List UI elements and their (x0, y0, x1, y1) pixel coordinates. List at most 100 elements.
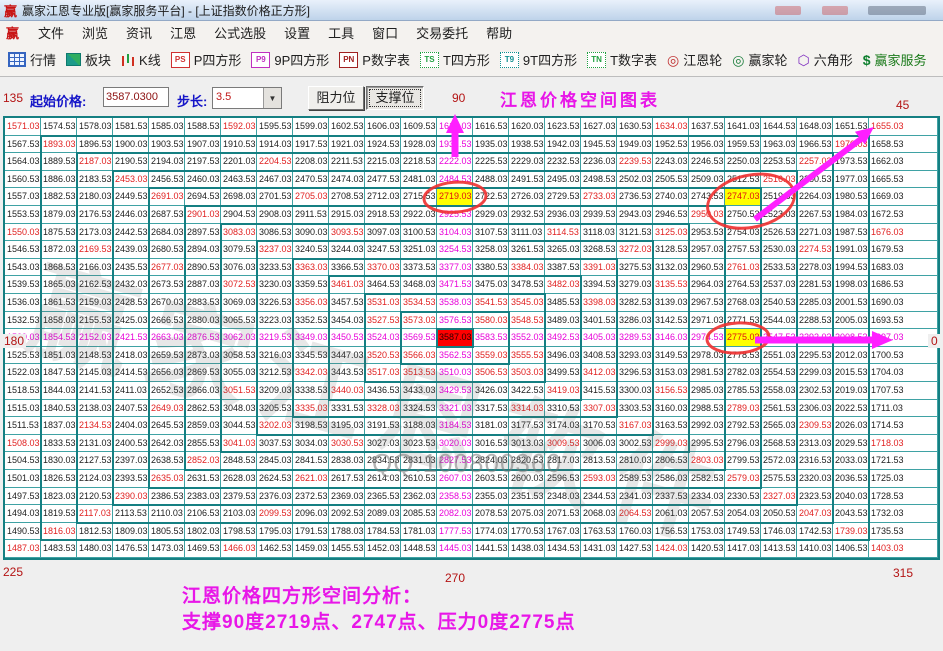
price-cell[interactable]: 2222.03 (437, 153, 473, 171)
price-cell[interactable]: 2418.03 (113, 347, 149, 365)
price-cell[interactable]: 1483.53 (41, 540, 77, 558)
price-cell[interactable]: 2064.53 (617, 505, 653, 523)
price-cell[interactable]: 3503.03 (509, 364, 545, 382)
price-cell[interactable]: 3478.53 (509, 276, 545, 294)
price-cell[interactable]: 1921.03 (329, 136, 365, 154)
price-cell[interactable]: 2953.53 (689, 224, 725, 242)
price-cell[interactable]: 2537.03 (761, 276, 797, 294)
price-cell[interactable]: 2099.53 (257, 505, 293, 523)
price-cell[interactable]: 1903.53 (149, 136, 185, 154)
price-cell[interactable]: 3013.03 (509, 435, 545, 453)
price-cell[interactable]: 3111.03 (509, 224, 545, 242)
menu-item[interactable]: 窗口 (363, 21, 407, 44)
price-cell[interactable]: 2509.03 (689, 171, 725, 189)
price-cell[interactable]: 3447.03 (329, 347, 365, 365)
price-cell[interactable]: 1539.53 (5, 276, 41, 294)
price-cell[interactable]: 1987.53 (833, 224, 869, 242)
price-cell[interactable]: 2582.53 (689, 470, 725, 488)
price-cell[interactable]: 2544.03 (761, 312, 797, 330)
price-cell[interactable]: 2992.03 (689, 417, 725, 435)
price-cell[interactable]: 2670.03 (149, 294, 185, 312)
price-cell[interactable]: 2782.03 (725, 364, 761, 382)
price-cell[interactable]: 2145.03 (77, 364, 113, 382)
price-cell[interactable]: 3251.03 (401, 241, 437, 259)
price-cell[interactable]: 1816.03 (41, 523, 77, 541)
price-cell[interactable]: 2159.03 (77, 294, 113, 312)
price-cell[interactable]: 3506.53 (473, 364, 509, 382)
price-cell[interactable]: 1592.03 (221, 118, 257, 136)
price-cell[interactable]: 2407.53 (113, 400, 149, 418)
price-cell[interactable]: 3289.53 (617, 329, 653, 347)
price-cell[interactable]: 2561.53 (761, 400, 797, 418)
price-cell[interactable]: 2435.53 (113, 259, 149, 277)
price-cell[interactable]: 3265.03 (545, 241, 581, 259)
price-cell[interactable]: 2915.03 (329, 206, 365, 224)
price-cell[interactable]: 2271.03 (797, 224, 833, 242)
price-cell[interactable]: 3405.03 (581, 329, 617, 347)
price-cell[interactable]: 2120.53 (77, 488, 113, 506)
price-cell[interactable]: 2134.53 (77, 417, 113, 435)
price-cell[interactable]: 2033.03 (833, 452, 869, 470)
price-cell[interactable]: 3412.03 (581, 364, 617, 382)
price-cell[interactable]: 3030.53 (329, 435, 365, 453)
price-cell[interactable]: 3128.53 (653, 241, 689, 259)
price-cell[interactable]: 3125.03 (653, 224, 689, 242)
price-cell[interactable]: 2211.53 (329, 153, 365, 171)
price-cell[interactable]: 2194.03 (149, 153, 185, 171)
price-cell[interactable]: 3205.53 (257, 400, 293, 418)
price-cell[interactable]: 3352.53 (293, 312, 329, 330)
price-cell[interactable]: 3573.03 (401, 312, 437, 330)
price-cell[interactable]: 3275.53 (617, 259, 653, 277)
price-cell[interactable]: 3583.53 (473, 329, 509, 347)
price-cell[interactable]: 2005.03 (833, 312, 869, 330)
price-cell[interactable]: 1728.53 (869, 488, 938, 506)
price-cell[interactable]: 3216.03 (257, 347, 293, 365)
price-cell[interactable]: 1826.53 (41, 470, 77, 488)
price-cell[interactable]: 2736.53 (617, 188, 653, 206)
price-cell[interactable]: 1452.03 (365, 540, 401, 558)
price-cell[interactable]: 3300.03 (617, 382, 653, 400)
price-cell[interactable]: 3324.53 (401, 400, 437, 418)
price-cell[interactable]: 2519.53 (761, 188, 797, 206)
price-cell[interactable]: 1823.03 (41, 488, 77, 506)
price-cell[interactable]: 2806.53 (653, 452, 689, 470)
price-cell[interactable]: 3097.03 (365, 224, 401, 242)
price-cell[interactable]: 2337.53 (653, 488, 689, 506)
price-cell[interactable]: 2267.53 (797, 206, 833, 224)
price-cell[interactable]: 2075.03 (509, 505, 545, 523)
price-cell[interactable]: 2880.03 (185, 312, 221, 330)
price-cell[interactable]: 1889.53 (41, 153, 77, 171)
toolbar-item[interactable]: PSP四方形 (171, 50, 242, 69)
price-cell[interactable]: 3065.53 (221, 312, 257, 330)
price-cell[interactable]: 2666.53 (149, 312, 185, 330)
price-cell[interactable]: 2071.53 (545, 505, 581, 523)
menu-item[interactable]: 浏览 (73, 21, 117, 44)
price-cell[interactable]: 1802.03 (185, 523, 221, 541)
price-cell[interactable]: 2208.03 (293, 153, 329, 171)
price-cell[interactable]: 3387.53 (545, 259, 581, 277)
price-cell[interactable]: 1872.03 (41, 241, 77, 259)
price-cell[interactable]: 2425.03 (113, 312, 149, 330)
price-cell[interactable]: 2124.03 (77, 470, 113, 488)
price-cell[interactable]: 1844.03 (41, 382, 77, 400)
price-cell[interactable]: 2957.03 (689, 241, 725, 259)
price-cell[interactable]: 3286.03 (617, 312, 653, 330)
price-cell[interactable]: 2824.03 (473, 452, 509, 470)
price-cell[interactable]: 1515.03 (5, 400, 41, 418)
price-cell[interactable]: 1606.03 (365, 118, 401, 136)
price-cell[interactable]: 1679.53 (869, 241, 938, 259)
price-cell[interactable]: 1480.03 (77, 540, 113, 558)
price-cell[interactable]: 3538.03 (437, 294, 473, 312)
price-cell[interactable]: 2299.03 (797, 364, 833, 382)
price-cell[interactable]: 3373.53 (401, 259, 437, 277)
price-cell[interactable]: 1644.53 (761, 118, 797, 136)
price-cell[interactable]: 2684.03 (149, 224, 185, 242)
price-cell[interactable]: 2960.53 (689, 259, 725, 277)
price-cell[interactable]: 3237.03 (257, 241, 293, 259)
price-cell[interactable]: 2029.53 (833, 435, 869, 453)
price-cell[interactable]: 2680.53 (149, 241, 185, 259)
price-cell[interactable]: 2131.03 (77, 435, 113, 453)
price-cell[interactable]: 3331.53 (329, 400, 365, 418)
price-cell[interactable]: 2876.53 (185, 329, 221, 347)
price-cell[interactable]: 2397.03 (113, 452, 149, 470)
